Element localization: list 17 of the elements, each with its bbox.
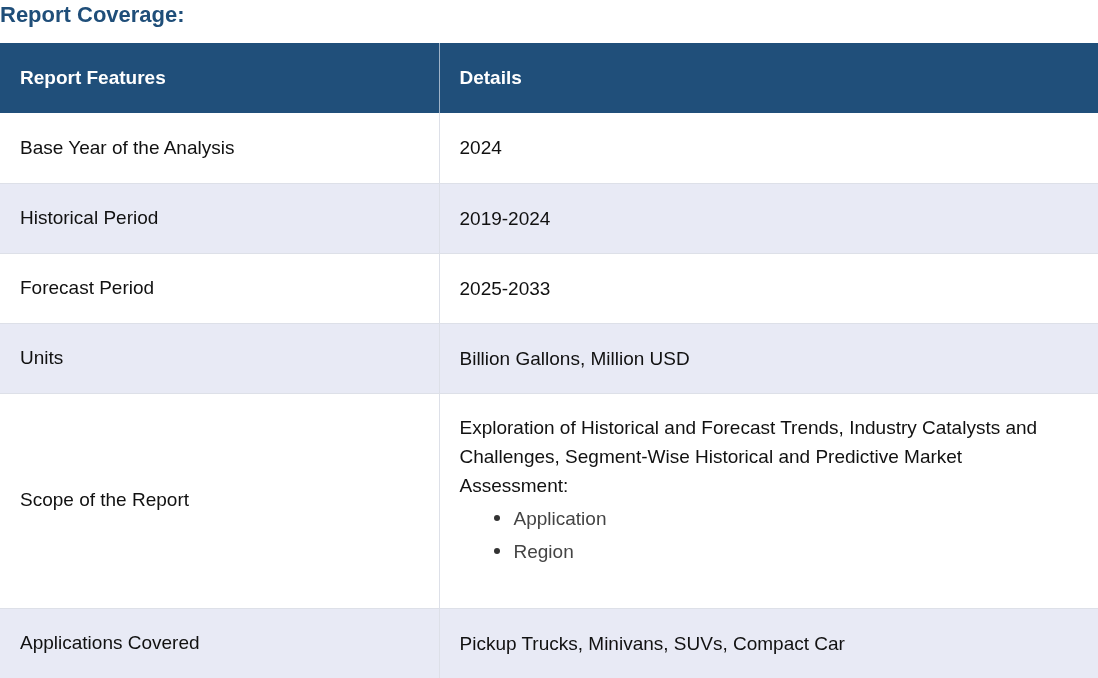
detail-text: Billion Gallons, Million USD: [459, 346, 691, 371]
detail-text: 2019-2024: [459, 206, 552, 231]
table-cell: Base Year of the Analysis: [0, 113, 439, 183]
detail-text: 2025-2033: [459, 276, 552, 301]
list-item: Application: [513, 506, 607, 531]
table-cell: Historical Period: [0, 183, 439, 253]
table-cell: Scope of the Report: [0, 393, 439, 608]
detail-text: Exploration of Historical and Forecast Trends, Industry Catalysts and Challenges, Segment-Wise Historical and Predictive Market Assessment:: [459, 415, 1039, 498]
detail-text: Pickup Trucks, Minivans, SUVs, Compact Car: [459, 631, 846, 656]
list-item: Region: [513, 539, 574, 564]
table-cell: Forecast Period: [0, 253, 439, 323]
table-cell: Units: [0, 323, 439, 393]
bullet-icon: [493, 548, 500, 554]
section-title: Report Coverage:: [0, 1, 186, 29]
bullet-icon: [493, 515, 500, 521]
detail-text: 2024: [459, 136, 503, 161]
table-cell: Applications Covered: [0, 608, 439, 678]
